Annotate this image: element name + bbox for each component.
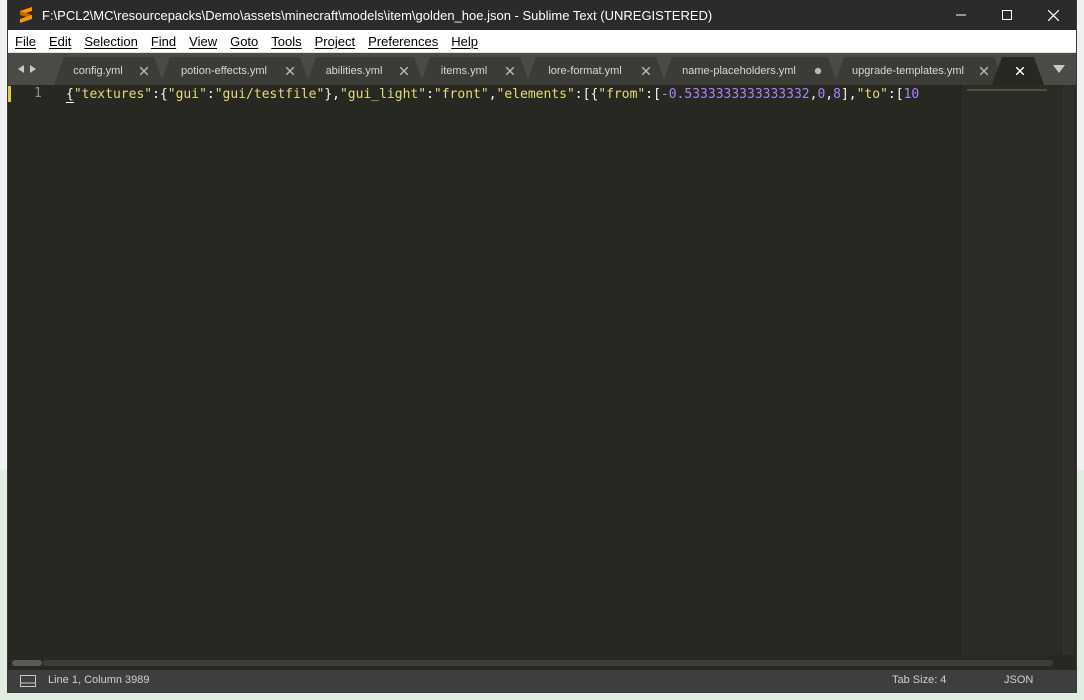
cursor-position: Line 1, Column 3989 (48, 674, 150, 686)
tab-label: potion-effects.yml (180, 65, 267, 77)
close-icon (1047, 9, 1059, 21)
tab-label: abilities.yml (325, 65, 383, 77)
tab-label: config.yml (73, 65, 123, 77)
tab-label: name-placeholders.yml (682, 65, 796, 77)
tab-label: items.yml (440, 65, 488, 77)
status-bar: Line 1, Column 3989 Tab Size: 4 JSON (8, 670, 1076, 692)
code-token: { (66, 87, 74, 103)
desktop: F:\PCL2\MC\resourcepacks\Demo\assets\min… (0, 0, 1084, 700)
tab-label: upgrade-templates.yml (852, 65, 964, 77)
minimap[interactable] (960, 85, 1061, 655)
vertical-scrollbar[interactable] (1062, 85, 1074, 655)
tab-golden-hoe-json[interactable] (992, 57, 1044, 85)
menu-tools[interactable]: Tools (264, 34, 307, 49)
tab-close-icon[interactable] (398, 65, 410, 77)
modified-dot-icon[interactable] (812, 65, 824, 77)
tab-close-icon[interactable] (284, 65, 296, 77)
tab-upgrade-templates-yml[interactable]: upgrade-templates.yml (834, 57, 1004, 85)
code-token: :[{ (574, 87, 599, 102)
tab-config-yml[interactable]: config.yml (54, 57, 164, 85)
tab-items-yml[interactable]: items.yml (420, 57, 530, 85)
code-token: "textures" (73, 87, 153, 102)
tab-lore-format-yml[interactable]: lore-format.yml (526, 57, 666, 85)
menu-edit[interactable]: Edit (42, 34, 77, 49)
tab-close-icon[interactable] (640, 65, 652, 77)
tab-label: lore-format.yml (548, 65, 622, 77)
tab-name-placeholders-yml[interactable]: name-placeholders.yml (662, 57, 838, 85)
tab-navigation (16, 61, 44, 77)
tab-close-icon[interactable] (1014, 65, 1026, 77)
menu-bar: File Edit Selection Find View Goto Tools… (8, 30, 1076, 53)
menu-selection[interactable]: Selection (77, 34, 143, 49)
code-token: "elements" (496, 87, 575, 102)
code-token: :{ (152, 87, 168, 102)
minimize-icon (956, 14, 966, 16)
menu-find[interactable]: Find (144, 34, 182, 49)
editor-view[interactable]: 1 {"textures":{"gui":"gui/testfile"},"gu… (8, 85, 1076, 657)
code-token: -0.5333333333333332 (660, 87, 810, 102)
sublime-text-icon (18, 7, 34, 23)
code-token: "from" (598, 87, 646, 102)
code-token: "gui" (167, 87, 207, 102)
minimap-line (967, 89, 1047, 91)
close-button[interactable] (1030, 0, 1076, 30)
code-token: "front" (433, 87, 489, 102)
code-token: , (825, 87, 834, 102)
menu-preferences[interactable]: Preferences (361, 34, 444, 49)
arrow-right-icon[interactable] (28, 64, 38, 74)
horizontal-scrollbar-track (43, 660, 1053, 666)
triangle-down-icon (1053, 65, 1065, 73)
code-token: }, (324, 87, 340, 102)
panel-toggle-icon[interactable] (20, 675, 36, 687)
code-token: 10 (903, 87, 920, 102)
code-token: "to" (856, 87, 888, 102)
tab-close-icon[interactable] (138, 65, 150, 77)
tab-size-selector[interactable]: Tab Size: 4 (892, 674, 946, 686)
code-token: : (426, 87, 434, 102)
menu-help[interactable]: Help (444, 34, 484, 49)
code-token: ], (840, 87, 857, 102)
horizontal-scrollbar-thumb[interactable] (12, 660, 42, 666)
code-token: :[ (645, 87, 661, 102)
code-token: :[ (887, 87, 904, 102)
code-token: "gui_light" (339, 87, 427, 102)
menu-goto[interactable]: Goto (223, 34, 264, 49)
tab-close-icon[interactable] (504, 65, 516, 77)
horizontal-scrollbar[interactable] (8, 657, 1060, 668)
maximize-button[interactable] (984, 0, 1030, 30)
tab-list-dropdown[interactable] (1052, 63, 1066, 75)
minimize-button[interactable] (938, 0, 984, 30)
menu-file[interactable]: File (8, 34, 42, 49)
line-number: 1 (34, 86, 42, 101)
menu-project[interactable]: Project (308, 34, 361, 49)
title-bar[interactable]: F:\PCL2\MC\resourcepacks\Demo\assets\min… (8, 0, 1076, 30)
menu-view[interactable]: View (182, 34, 223, 49)
code-token: : (206, 87, 215, 102)
syntax-selector[interactable]: JSON (1004, 674, 1033, 686)
code-token: "gui/testfile" (214, 87, 325, 102)
tab-potion-effects-yml[interactable]: potion-effects.yml (160, 57, 310, 85)
code-token: , (488, 87, 497, 102)
code-line[interactable]: {"textures":{"gui":"gui/testfile"},"gui_… (66, 86, 960, 104)
tab-close-icon[interactable] (978, 65, 990, 77)
sublime-window: F:\PCL2\MC\resourcepacks\Demo\assets\min… (8, 0, 1076, 692)
code-token: 8 (833, 87, 841, 102)
window-title: F:\PCL2\MC\resourcepacks\Demo\assets\min… (42, 7, 713, 23)
tab-abilities-yml[interactable]: abilities.yml (306, 57, 424, 85)
arrow-left-icon[interactable] (16, 64, 26, 74)
line-gutter: 1 (8, 85, 62, 657)
maximize-icon (1002, 10, 1012, 20)
tab-bar: config.yml potion-effects.yml abilities.… (8, 53, 1076, 85)
current-line-marker (8, 86, 11, 102)
